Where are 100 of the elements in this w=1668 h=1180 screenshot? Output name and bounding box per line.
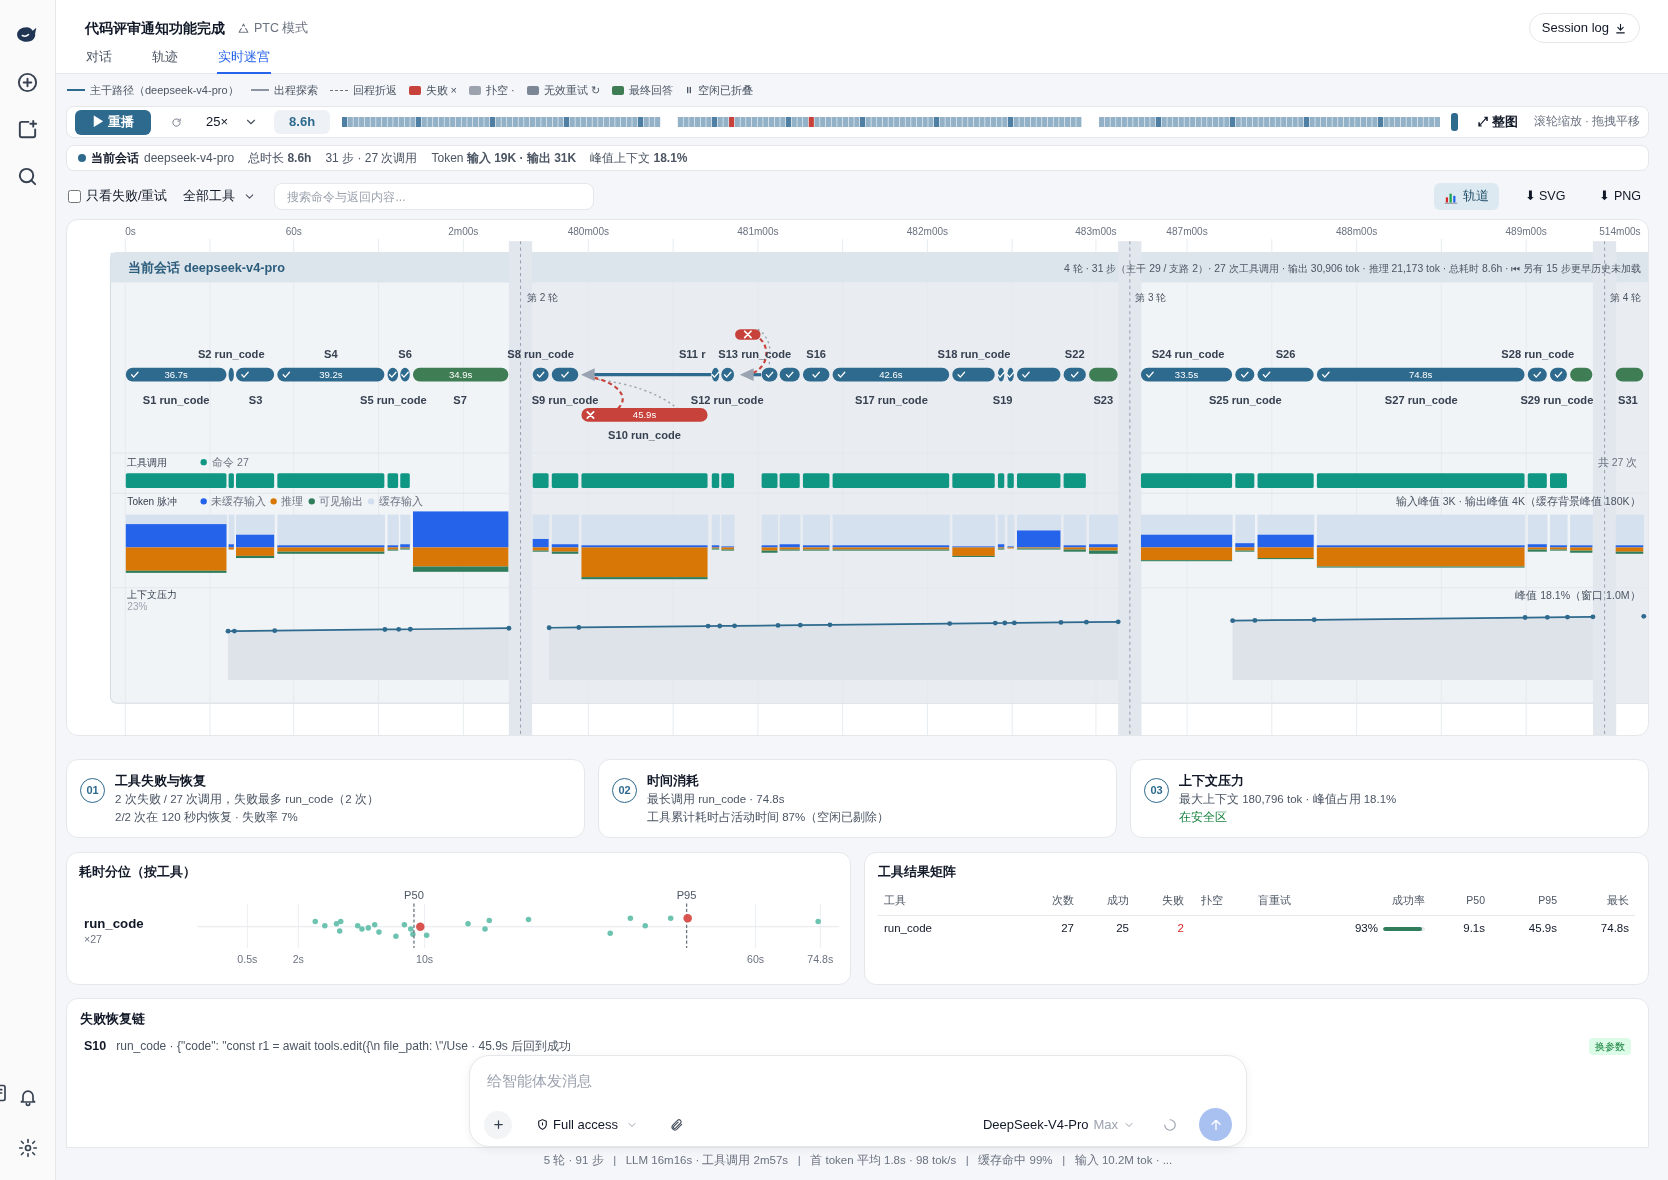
add-button[interactable] <box>484 1110 512 1139</box>
session-log-button[interactable]: Session log <box>1528 13 1640 43</box>
check-icon <box>1554 371 1563 379</box>
step-label: S1 run_code <box>142 394 210 407</box>
access-dropdown[interactable]: Full access <box>536 1114 639 1135</box>
table-cell-text: 9.1s <box>1462 921 1485 937</box>
step-id: S10 <box>84 1037 107 1055</box>
legend-label: 主干路径（deepseek-v4-pro） <box>90 82 239 98</box>
step-label: S11 r <box>678 347 706 360</box>
filter-checkbox[interactable] <box>68 190 81 203</box>
legend-label: 失败 × <box>425 82 458 98</box>
duration-chip: 8.6h <box>274 110 331 134</box>
pause-icon <box>684 85 693 95</box>
check-icon <box>765 371 774 379</box>
round-label: 第 4 轮 <box>1609 291 1642 303</box>
card-text: 最大上下文 180,796 tok · 峰值占用 18.1% <box>1179 792 1397 807</box>
legend-label: 无效重试 ↻ <box>543 82 600 98</box>
table-cell-text: 45.9s <box>1527 921 1557 937</box>
axis-label: 489m00s <box>1505 225 1547 237</box>
check-icon <box>131 371 139 379</box>
step-label: S7 <box>453 394 467 407</box>
tool-dropdown[interactable]: 全部工具 <box>183 187 257 206</box>
plus-square-icon[interactable] <box>16 118 39 141</box>
step-duration: 39.2s <box>319 369 343 381</box>
table-cell-text: 93% <box>1354 921 1378 937</box>
tab[interactable]: 轨迹 <box>151 46 179 74</box>
tag: 换参数 <box>1589 1037 1631 1055</box>
legend-label: 推理 <box>281 495 304 508</box>
paperclip-icon[interactable] <box>670 1117 685 1132</box>
round-label: 第 3 轮 <box>1135 291 1167 303</box>
step-label: S13 run_code <box>718 347 792 360</box>
column-header: 成功率 <box>1391 892 1425 908</box>
step-label: S5 run_code <box>360 394 427 407</box>
fit-button[interactable]: ⤢ 整图 <box>1478 112 1518 132</box>
legend-label: 空闲已折叠 <box>697 82 753 98</box>
row-peak: 峰值 18.1%（窗口 1.0M） <box>1515 589 1641 602</box>
settings-icon[interactable] <box>17 1138 38 1158</box>
row-total: 共 27 次 <box>1597 455 1638 468</box>
scrubber-handle[interactable] <box>1451 113 1459 131</box>
export-button[interactable]: ⬇ SVG <box>1516 183 1574 210</box>
shield-icon <box>536 1118 549 1131</box>
table-cell-text: run_code <box>884 921 933 937</box>
plus-circle-icon[interactable] <box>16 71 39 94</box>
axis-label: 0.5s <box>237 952 258 965</box>
step-label: S22 <box>1064 347 1085 360</box>
marker-label: P50 <box>404 889 424 902</box>
export-button[interactable]: ⬇ PNG <box>1591 183 1649 210</box>
check-icon <box>561 371 569 379</box>
data-point <box>423 932 430 939</box>
step-label: S19 <box>992 394 1013 407</box>
step-label: S31 <box>1618 394 1638 407</box>
step-label: S8 run_code <box>507 347 574 360</box>
check-icon <box>1533 371 1542 379</box>
checkbox-label: 只看失败/重试 <box>86 188 168 206</box>
table-cell-text: 25 <box>1115 921 1129 937</box>
step-label: S23 <box>1093 394 1114 407</box>
retry-arrow <box>739 368 762 382</box>
search-icon[interactable] <box>16 165 39 188</box>
data-point <box>815 918 821 925</box>
row-title: Token 脉冲 <box>127 496 177 508</box>
check-icon <box>1146 371 1154 379</box>
band-title: 当前会话 deepseek-v4-pro <box>128 259 285 275</box>
step-label: S18 run_code <box>937 347 1011 360</box>
search-field[interactable]: 搜索命令与返回内容... <box>274 183 595 210</box>
tab[interactable]: 实时迷宫 <box>217 46 271 74</box>
round-label: 第 2 轮 <box>526 291 559 303</box>
replay-button[interactable]: ▶ 重播 <box>75 109 151 135</box>
step-label: S6 <box>398 347 412 360</box>
percentile-marker <box>413 902 425 949</box>
check-icon <box>1322 371 1330 379</box>
message-input[interactable]: 给智能体发消息 <box>484 1066 1232 1094</box>
model-dropdown[interactable]: DeepSeek-V4-Pro Max <box>982 1114 1135 1135</box>
data-point <box>486 917 493 924</box>
column-header: 盲重试 <box>1256 892 1292 908</box>
legend-label: 最终回答 <box>628 82 673 98</box>
data-point <box>465 920 471 927</box>
step-duration: 45.9s <box>632 409 657 421</box>
tab[interactable]: 对话 <box>85 46 113 74</box>
legend-label: 缓存输入 <box>378 495 423 508</box>
marker-label: P95 <box>676 889 697 902</box>
legend-label: 扑空 · <box>486 82 515 98</box>
table-cell-text: 2 <box>1176 921 1184 937</box>
zoom-hint: 滚轮缩放 · 拖拽平移 <box>1533 114 1640 130</box>
refresh-icon[interactable] <box>171 116 182 128</box>
step-duration: 36.7s <box>164 369 188 381</box>
axis-label: 60s <box>747 952 765 965</box>
legend-label: 可见输出 <box>319 495 364 508</box>
timeline-scrubber[interactable] <box>342 113 1459 131</box>
data-point <box>667 915 674 922</box>
check-icon <box>957 371 966 379</box>
step-duration: 74.8s <box>1409 369 1433 381</box>
check-icon <box>282 371 291 379</box>
axis-label: 514m00s <box>1599 225 1641 237</box>
step-label: S12 run_code <box>690 394 764 407</box>
data-point <box>322 923 328 929</box>
speed-dropdown[interactable]: 25× <box>206 112 259 132</box>
column-header: 扑空 <box>1199 892 1224 908</box>
track-toggle[interactable]: 轨道 <box>1433 183 1499 210</box>
data-point <box>627 915 634 922</box>
message-composer[interactable]: 给智能体发消息 Full access DeepSeek-V4-Pro Max <box>469 1055 1247 1147</box>
